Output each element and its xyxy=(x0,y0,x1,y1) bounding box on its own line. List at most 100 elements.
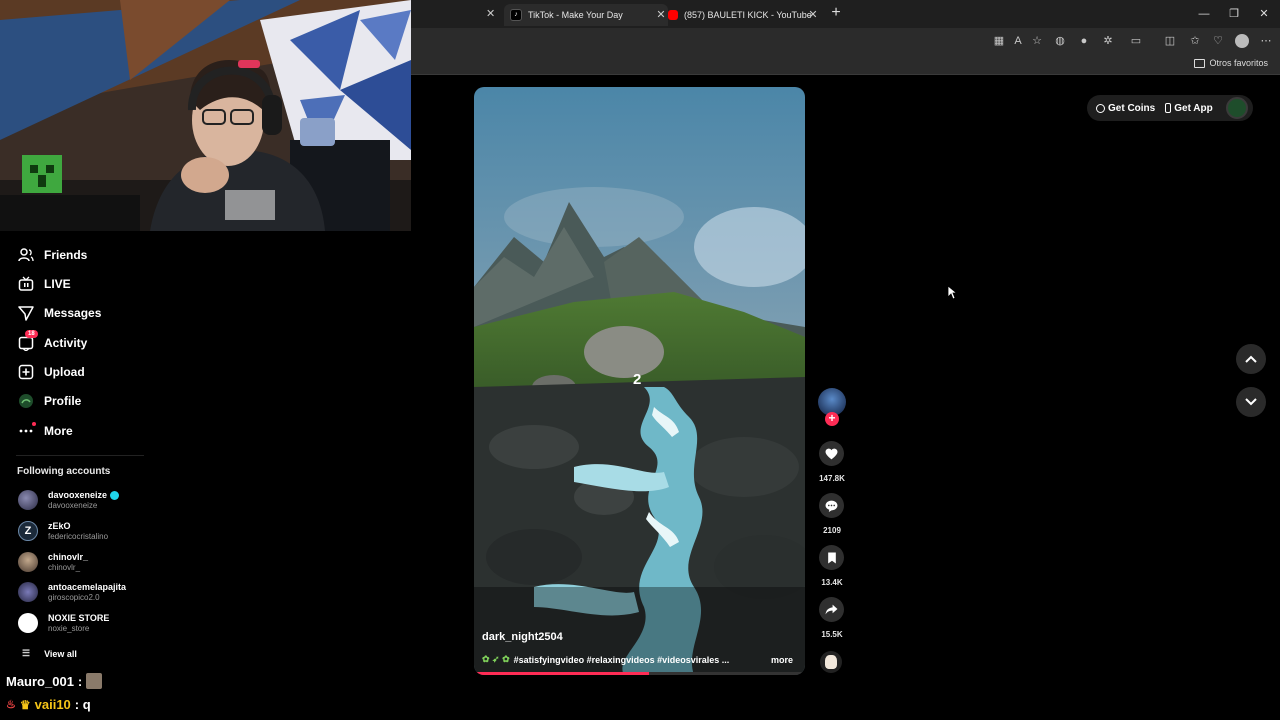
profile-avatar-icon[interactable] xyxy=(1235,34,1249,48)
sidebar-item-label: More xyxy=(44,424,73,438)
webcam-overlay xyxy=(0,0,411,231)
following-accounts-heading: Following accounts xyxy=(17,466,111,477)
get-app-button[interactable]: Get App xyxy=(1165,103,1213,114)
chat-badge-icon: ♨ xyxy=(6,699,16,711)
sidebar-item-label: LIVE xyxy=(44,277,71,291)
share-button[interactable] xyxy=(819,597,844,622)
avatar xyxy=(18,490,38,510)
account-name: chinovlr_ xyxy=(48,551,89,562)
chat-user: Mauro_001 xyxy=(6,673,74,689)
tab-close-icon[interactable]: ✕ xyxy=(806,8,820,22)
chat-message: ♨ ♛ vaii10 : q xyxy=(6,697,91,712)
following-account[interactable]: NOXIE STORE noxie_store xyxy=(18,611,109,635)
sidebar-item-label: Upload xyxy=(44,365,85,379)
extension-shield-icon[interactable]: ◍ xyxy=(1053,34,1067,48)
save-count: 13.4K xyxy=(821,578,843,587)
account-handle: davooxeneize xyxy=(48,500,98,510)
sidebar-item-label: Messages xyxy=(44,306,102,320)
comment-icon xyxy=(825,500,838,512)
tab-youtube[interactable]: (857) BAULETI KICK - YouTube ✕ xyxy=(668,4,820,26)
account-name: zEkO xyxy=(48,520,71,531)
sidebar-item-label: Friends xyxy=(44,248,88,262)
translate-icon[interactable]: A xyxy=(1011,34,1025,48)
extension-ghost-icon[interactable]: ● xyxy=(1077,34,1091,48)
share-count: 15.5K xyxy=(821,630,843,639)
top-right-actions: Get Coins Get App xyxy=(1087,95,1253,121)
tab-close-icon[interactable]: ✕ xyxy=(654,8,668,22)
video-caption: ✿ ➶ ✿ #satisfyingvideo #relaxingvideos #… xyxy=(482,654,797,665)
following-account[interactable]: antoacemelapajita giroscopico2.0 xyxy=(18,580,126,604)
sidebar-item-live[interactable]: LIVE xyxy=(18,274,71,294)
emoji-icons: ✿ ➶ ✿ xyxy=(482,654,510,664)
sidebar-item-upload[interactable]: Upload xyxy=(18,362,85,382)
comment-count: 2109 xyxy=(823,526,841,535)
get-coins-button[interactable]: Get Coins xyxy=(1096,103,1155,114)
next-video-button[interactable] xyxy=(1236,387,1266,417)
sidebar-item-label: Activity xyxy=(44,336,88,350)
video-player[interactable]: 2 dark_night2504 ✿ ➶ ✿ #satisfyingvideo … xyxy=(474,87,805,675)
restore-icon[interactable]: ❐ xyxy=(1226,6,1242,22)
video-author[interactable]: dark_night2504 xyxy=(482,631,563,643)
mouse-cursor-icon xyxy=(947,285,957,300)
browser-essentials-icon[interactable]: ♡ xyxy=(1211,34,1225,48)
follow-plus-icon[interactable]: + xyxy=(825,412,839,426)
favorite-star-icon[interactable]: ☆ xyxy=(1030,34,1044,48)
account-name: davooxeneize xyxy=(48,489,108,500)
avatar xyxy=(18,552,38,572)
extensions-puzzle-icon[interactable]: ✲ xyxy=(1101,34,1115,48)
sidebar-item-profile[interactable]: Profile xyxy=(18,391,81,411)
sound-disc-center xyxy=(825,655,837,669)
save-button[interactable] xyxy=(819,545,844,570)
upload-icon xyxy=(18,364,34,380)
avatar xyxy=(18,613,38,633)
phone-icon xyxy=(1165,103,1172,113)
sidebar-item-messages[interactable]: Messages xyxy=(18,303,101,323)
sidebar-item-activity[interactable]: 18 Activity xyxy=(18,330,88,353)
view-all-link[interactable]: ☰ View all xyxy=(22,648,77,659)
like-count: 147.8K xyxy=(819,474,845,483)
caption-more-link[interactable]: more xyxy=(771,655,793,665)
apps-icon[interactable]: ▦ xyxy=(992,34,1006,48)
video-overlay-number: 2 xyxy=(633,371,642,388)
tab-title: TikTok - Make Your Day xyxy=(528,10,623,20)
chat-emote-icon xyxy=(86,673,103,689)
sound-disc-icon[interactable] xyxy=(820,651,842,673)
account-name-row: davooxeneize xyxy=(48,489,120,501)
sidebar-item-friends[interactable]: Friends xyxy=(18,245,87,265)
list-icon: ☰ xyxy=(22,648,31,658)
close-window-icon[interactable]: ✕ xyxy=(1256,6,1272,22)
more-icon xyxy=(18,422,36,439)
tab-tiktok[interactable]: ♪ TikTok - Make Your Day ✕ xyxy=(504,4,668,26)
webcam-scene xyxy=(0,0,411,231)
like-button[interactable] xyxy=(819,441,844,466)
get-coins-label: Get Coins xyxy=(1108,102,1156,114)
get-app-label: Get App xyxy=(1174,102,1213,114)
sidebar-item-more[interactable]: More xyxy=(18,421,73,441)
previous-video-button[interactable] xyxy=(1236,344,1266,374)
tiktok-favicon-icon: ♪ xyxy=(510,9,522,21)
following-account[interactable]: Z zEkO federicocristalino xyxy=(18,519,108,543)
chevron-up-icon xyxy=(1245,355,1257,363)
youtube-favicon-icon xyxy=(668,10,678,20)
friends-icon xyxy=(18,247,34,263)
other-favorites[interactable]: Otros favoritos xyxy=(1194,58,1268,68)
video-progress-bar[interactable] xyxy=(474,672,805,675)
activity-icon: 18 xyxy=(18,330,38,352)
menu-dots-icon[interactable]: ⋯ xyxy=(1259,34,1273,48)
share-arrow-icon xyxy=(825,604,838,615)
avatar: Z xyxy=(18,521,38,541)
split-screen-icon[interactable]: ◫ xyxy=(1163,34,1177,48)
following-account[interactable]: chinovlr_ chinovlr_ xyxy=(18,550,88,574)
tab-close-icon[interactable]: ✕ xyxy=(486,7,495,20)
following-account[interactable]: davooxeneize davooxeneize xyxy=(18,488,120,512)
favorites-icon[interactable]: ✩ xyxy=(1188,34,1202,48)
new-tab-icon[interactable]: + xyxy=(828,5,844,22)
minimize-icon[interactable]: — xyxy=(1196,6,1212,22)
sidebar-item-label: Profile xyxy=(44,394,82,408)
account-name: antoacemelapajita xyxy=(48,581,127,592)
sidebar-divider xyxy=(16,455,144,456)
profile-avatar[interactable] xyxy=(1225,97,1248,119)
cast-icon[interactable]: ▭ xyxy=(1129,34,1143,48)
comment-button[interactable] xyxy=(819,493,844,518)
folder-icon xyxy=(1194,58,1206,68)
